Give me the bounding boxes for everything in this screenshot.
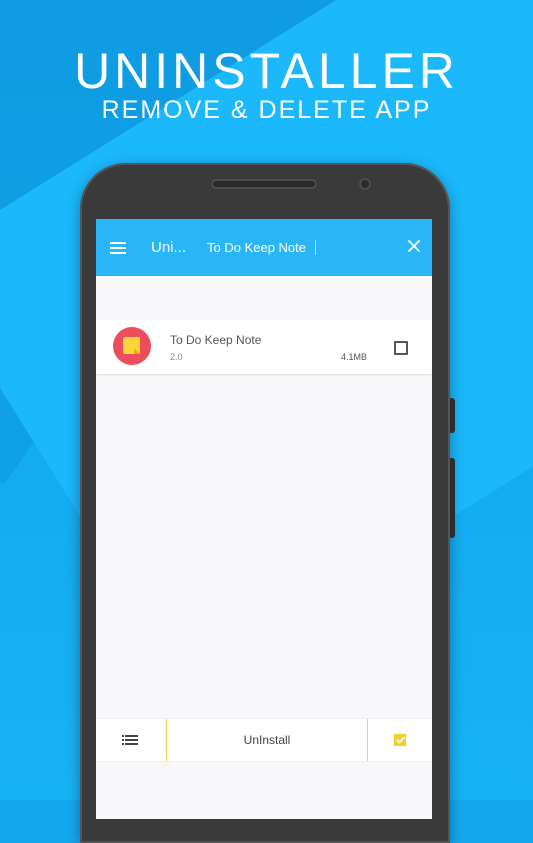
hamburger-menu-icon[interactable] (110, 239, 126, 257)
list-view-icon[interactable] (96, 733, 166, 747)
app-size: 4.1MB (341, 352, 368, 362)
phone-volume-button (450, 458, 455, 538)
phone-power-button (450, 398, 455, 433)
list-item[interactable]: To Do Keep Note 2.0 4.1MB (96, 320, 432, 374)
app-bar: Uni... (96, 219, 432, 276)
phone-frame: Uni... To Do Keep Note 2.0 4.1MB UnInsta… (80, 163, 455, 843)
close-icon[interactable] (406, 238, 422, 254)
phone-screen: Uni... To Do Keep Note 2.0 4.1MB UnInsta… (96, 219, 432, 819)
sticky-note-icon (113, 327, 151, 365)
app-version: 2.0 (170, 352, 183, 362)
phone-camera (359, 178, 371, 190)
promo-title: UNINSTALLER (74, 43, 459, 99)
checkbox-checked-icon (394, 734, 406, 746)
app-name: To Do Keep Note (170, 333, 262, 347)
app-title: Uni... (151, 239, 187, 256)
phone-speaker (211, 179, 317, 189)
select-all-button[interactable] (368, 734, 432, 746)
bottom-action-bar: UnInstall (96, 718, 432, 762)
search-input[interactable] (207, 240, 316, 255)
uninstall-button[interactable]: UnInstall (166, 719, 368, 761)
promo-subtitle: REMOVE & DELETE APP (101, 96, 432, 124)
select-app-checkbox[interactable] (394, 341, 408, 355)
